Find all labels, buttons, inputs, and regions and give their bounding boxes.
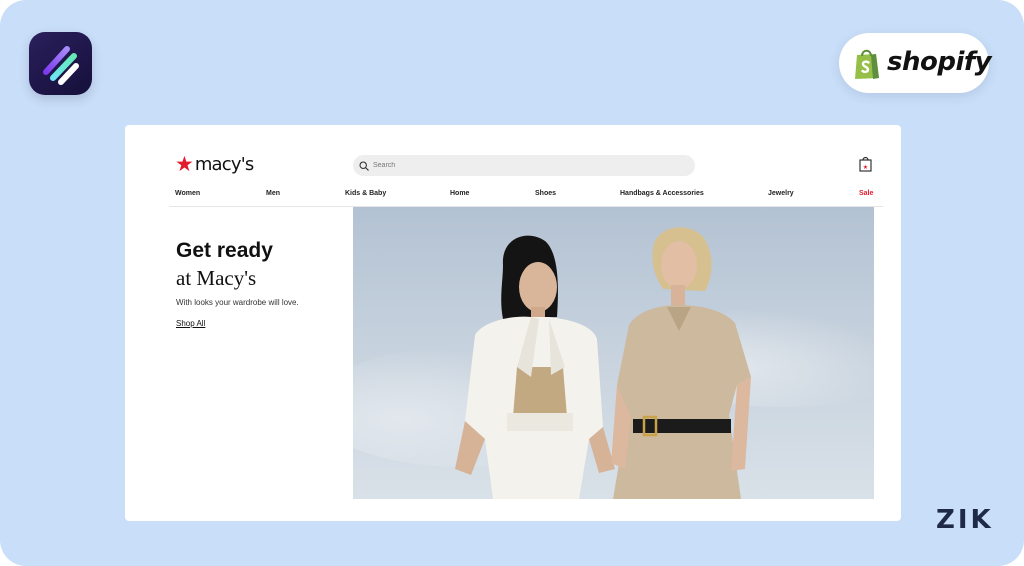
slide-canvas: shopify ZIK ★ macy's ★ Women Men Kids & … [0,0,1024,566]
nav-item-shoes[interactable]: Shoes [535,189,556,199]
main-nav: Women Men Kids & Baby Home Shoes Handbag… [169,187,883,207]
nav-item-jewelry[interactable]: Jewelry [768,189,794,199]
search-icon [359,160,369,171]
nav-item-kids-baby[interactable]: Kids & Baby [345,189,386,199]
nav-item-home[interactable]: Home [450,189,469,199]
nav-item-men[interactable]: Men [266,189,280,199]
shopify-bag-icon [855,49,879,79]
macys-logo[interactable]: ★ macy's [175,152,254,178]
macys-wordmark: macy's [194,154,254,175]
shopify-wordmark: shopify [887,47,992,77]
nav-item-handbags-accessories[interactable]: Handbags & Accessories [620,189,704,199]
shopify-badge: shopify [839,33,992,93]
nav-item-sale[interactable]: Sale [859,189,873,199]
shop-all-link[interactable]: Shop All [176,318,205,329]
app-logo-icon [29,32,92,95]
hero-subtitle: at Macy's [176,266,257,290]
search-bar[interactable] [353,155,695,176]
search-input[interactable] [373,156,673,175]
hero-tagline: With looks your wardrobe will love. [176,298,299,307]
hero-image[interactable] [353,207,874,499]
shopping-bag-icon[interactable]: ★ [859,156,872,172]
svg-text:★: ★ [863,164,868,171]
zik-watermark: ZIK [936,505,994,535]
hero-title: Get ready [176,239,273,262]
nav-item-women[interactable]: Women [175,189,200,199]
macys-website: ★ macy's ★ Women Men Kids & Baby Home Sh… [125,125,901,521]
macys-star-icon: ★ [175,153,194,176]
